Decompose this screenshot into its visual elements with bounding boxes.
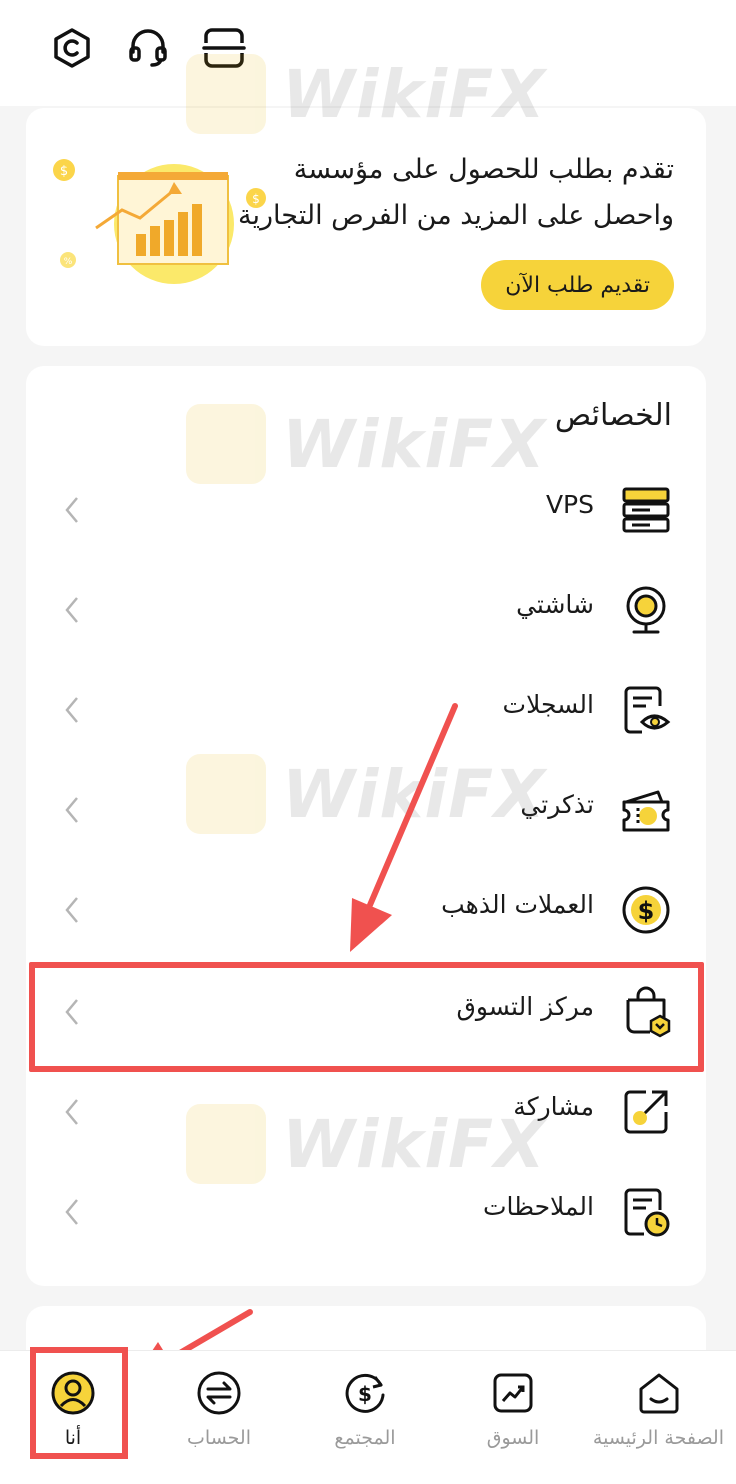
community-icon: $ [345, 1373, 385, 1413]
promo-card: $ $ % تقدم بطلب للحصول على مؤسسة واحصل ع… [26, 108, 706, 346]
features-card: الخصائص VPS شاشتي السجلات تذكرتي العملات… [26, 366, 706, 1286]
chevron-left-icon [65, 999, 78, 1025]
chevron-left-icon [65, 597, 78, 623]
feature-label: الملاحظات [482, 1192, 594, 1221]
chevron-left-icon [65, 497, 78, 523]
apply-now-button[interactable]: تقديم طلب الآن [481, 260, 674, 310]
tab-me[interactable]: أنا [8, 1369, 138, 1469]
tab-label: الصفحة الرئيسية [592, 1427, 724, 1449]
server-icon [620, 484, 672, 536]
feature-label: السجلات [502, 690, 594, 719]
chevron-left-icon [65, 1099, 78, 1125]
tab-community[interactable]: $ المجتمع [300, 1369, 430, 1469]
svg-text:$: $ [358, 1382, 372, 1406]
headset-icon[interactable] [126, 26, 170, 70]
tab-label: السوق [486, 1427, 540, 1449]
notes-clock-icon [620, 1186, 672, 1238]
feature-label: تذكرتي [520, 790, 594, 819]
feature-row-share[interactable]: مشاركة [26, 1062, 706, 1162]
profile-icon [51, 1371, 95, 1415]
bottom-tab-bar: الصفحة الرئيسية السوق $ المجتمع الحساب أ… [0, 1350, 736, 1484]
records-eye-icon [620, 684, 672, 736]
feature-label: شاشتي [516, 590, 594, 619]
tab-label: أنا [64, 1427, 82, 1449]
svg-text:%: % [64, 257, 73, 267]
shopping-bag-icon [620, 986, 672, 1038]
feature-row-my-screen[interactable]: شاشتي [26, 560, 706, 660]
top-bar [0, 0, 736, 106]
chevron-left-icon [65, 697, 78, 723]
tab-label: الحساب [187, 1427, 251, 1449]
gold-coin-icon: $ [620, 884, 672, 936]
home-icon [639, 1373, 679, 1414]
feature-label: مركز التسوق [456, 992, 594, 1021]
feature-row-notes[interactable]: الملاحظات [26, 1162, 706, 1262]
tab-home[interactable]: الصفحة الرئيسية [592, 1369, 724, 1469]
tab-account[interactable]: الحساب [154, 1369, 284, 1469]
tab-market[interactable]: السوق [448, 1369, 578, 1469]
ticket-icon [620, 784, 672, 836]
feature-row-records[interactable]: السجلات [26, 660, 706, 760]
features-title: الخصائص [554, 398, 672, 433]
account-exchange-icon [197, 1371, 241, 1415]
chevron-left-icon [65, 897, 78, 923]
tab-label: المجتمع [334, 1427, 396, 1449]
feature-row-my-ticket[interactable]: تذكرتي [26, 760, 706, 860]
feature-label: العملات الذهب [441, 890, 594, 919]
scan-icon[interactable] [202, 26, 246, 70]
svg-text:$: $ [60, 164, 68, 179]
feature-label: VPS [545, 490, 594, 519]
feature-row-shopping-center[interactable]: مركز التسوق [26, 962, 706, 1062]
market-icon [493, 1373, 533, 1413]
feature-label: مشاركة [513, 1092, 594, 1121]
share-icon [620, 1086, 672, 1138]
svg-text:$: $ [638, 897, 655, 925]
chevron-left-icon [65, 797, 78, 823]
promo-headline: تقدم بطلب للحصول على مؤسسة [293, 154, 674, 185]
chevron-left-icon [65, 1199, 78, 1225]
webcam-icon [620, 584, 672, 636]
settings-hex-icon[interactable] [50, 26, 94, 70]
promo-subline: واحصل على المزيد من الفرص التجارية [238, 200, 674, 231]
feature-row-gold-coins[interactable]: العملات الذهب $ [26, 860, 706, 960]
feature-row-vps[interactable]: VPS [26, 460, 706, 560]
